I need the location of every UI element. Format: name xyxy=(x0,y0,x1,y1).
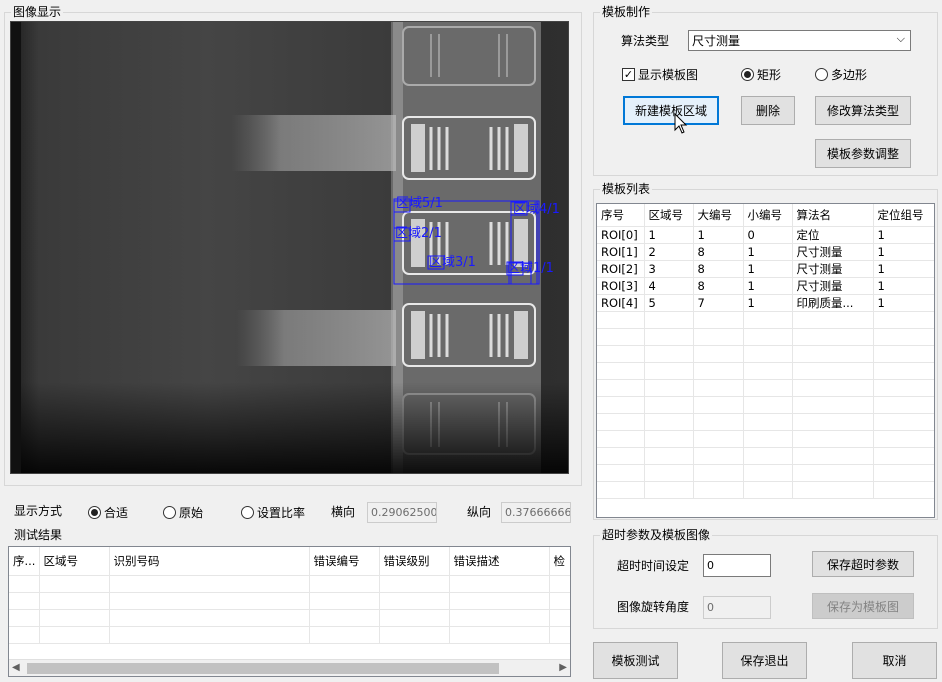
algo-type-select[interactable]: 尺寸测量 ⌵ xyxy=(688,30,911,51)
radio-set-ratio-dot[interactable] xyxy=(241,506,254,519)
col-index[interactable]: 序... xyxy=(9,547,40,576)
roi-label-4: 区域4/1 xyxy=(513,202,560,217)
table-row[interactable] xyxy=(597,430,934,448)
radio-set-ratio[interactable]: 设置比率 xyxy=(241,504,305,521)
radio-rectangle-label: 矩形 xyxy=(757,68,782,82)
results-table: 序... 区域号 识别号码 错误编号 错误级别 错误描述 检 xyxy=(9,547,570,644)
roi-label-5: 区域5/1 xyxy=(396,196,443,211)
radio-fit[interactable]: 合适 xyxy=(88,504,128,521)
roi-label-3: 区域3/1 xyxy=(429,255,476,270)
table-row[interactable] xyxy=(597,379,934,397)
table-row[interactable] xyxy=(9,609,570,627)
table-row[interactable]: ROI[3] 4 8 1 尺寸测量 1 xyxy=(597,277,934,295)
table-row[interactable] xyxy=(597,396,934,414)
horizontal-scrollbar[interactable]: ◀ ▶ xyxy=(9,659,570,676)
image-display-title: 图像显示 xyxy=(11,4,64,20)
table-row[interactable] xyxy=(597,413,934,431)
col-error-level[interactable]: 错误级别 xyxy=(379,547,450,576)
table-row[interactable] xyxy=(597,345,934,363)
delete-button[interactable]: 删除 xyxy=(741,96,795,125)
col-minor-no[interactable]: 小编号 xyxy=(743,204,793,227)
show-template-checkbox[interactable]: ✓ 显示模板图 xyxy=(622,66,698,83)
timeout-label: 超时时间设定 xyxy=(617,559,690,573)
results-header-row: 序... 区域号 识别号码 错误编号 错误级别 错误描述 检 xyxy=(9,547,570,576)
results-title: 测试结果 xyxy=(14,528,63,542)
col-check[interactable]: 检 xyxy=(549,547,570,576)
radio-set-ratio-label: 设置比率 xyxy=(257,506,306,520)
template-list-title: 模板列表 xyxy=(600,181,653,197)
timeout-input[interactable]: 0 xyxy=(703,554,771,577)
scrollbar-thumb[interactable] xyxy=(27,663,499,674)
col-algo-name[interactable]: 算法名 xyxy=(792,204,874,227)
horizontal-label: 横向 xyxy=(331,505,356,519)
radio-original-dot[interactable] xyxy=(163,506,176,519)
roi-label-2: 区域2/1 xyxy=(395,226,442,241)
table-row[interactable] xyxy=(597,311,934,329)
save-exit-button[interactable]: 保存退出 xyxy=(722,642,807,679)
table-row[interactable]: ROI[2] 3 8 1 尺寸测量 1 xyxy=(597,260,934,278)
template-test-button[interactable]: 模板测试 xyxy=(593,642,678,679)
table-row[interactable]: ROI[0] 1 1 0 定位 1 xyxy=(597,226,934,244)
modify-algo-button[interactable]: 修改算法类型 xyxy=(815,96,911,125)
save-timeout-button[interactable]: 保存超时参数 xyxy=(812,551,914,577)
table-row[interactable] xyxy=(9,626,570,644)
timeout-title: 超时参数及模板图像 xyxy=(600,527,713,543)
rotate-angle-input[interactable]: 0 xyxy=(703,596,771,619)
algo-type-label: 算法类型 xyxy=(621,34,670,48)
radio-polygon-label: 多边形 xyxy=(831,68,868,82)
param-adjust-button[interactable]: 模板参数调整 xyxy=(815,139,911,168)
template-list-table-container[interactable]: 序号 区域号 大编号 小编号 算法名 定位组号 ROI[0] 1 1 0 定位 1 ROI… xyxy=(596,203,935,518)
table-row[interactable] xyxy=(597,464,934,482)
radio-fit-label: 合适 xyxy=(104,506,129,520)
radio-polygon[interactable]: 多边形 xyxy=(815,66,867,83)
template-list-table: 序号 区域号 大编号 小编号 算法名 定位组号 ROI[0] 1 1 0 定位 1 ROI… xyxy=(597,204,934,499)
col-error-desc[interactable]: 错误描述 xyxy=(449,547,550,576)
scroll-left-icon[interactable]: ◀ xyxy=(12,662,20,673)
cancel-button[interactable]: 取消 xyxy=(852,642,937,679)
horizontal-ratio-field[interactable]: 0.290625005 xyxy=(367,502,437,523)
template-list-header-row: 序号 区域号 大编号 小编号 算法名 定位组号 xyxy=(597,204,934,227)
algo-type-value: 尺寸测量 xyxy=(692,34,741,48)
checkmark-icon[interactable]: ✓ xyxy=(622,68,635,81)
col-major-no[interactable]: 大编号 xyxy=(693,204,744,227)
chevron-down-icon[interactable]: ⌵ xyxy=(897,32,905,46)
table-row[interactable] xyxy=(597,481,934,499)
col-seq[interactable]: 序号 xyxy=(597,204,645,227)
radio-original-label: 原始 xyxy=(179,506,204,520)
radio-original[interactable]: 原始 xyxy=(163,504,203,521)
table-row[interactable] xyxy=(9,575,570,593)
save-template-image-button[interactable]: 保存为模板图 xyxy=(812,593,914,619)
results-table-container[interactable]: 序... 区域号 识别号码 错误编号 错误级别 错误描述 检 ◀ ▶ xyxy=(8,546,571,677)
display-mode-label: 显示方式 xyxy=(14,504,63,518)
col-locate-group[interactable]: 定位组号 xyxy=(873,204,934,227)
table-row[interactable] xyxy=(597,362,934,380)
scroll-right-icon[interactable]: ▶ xyxy=(559,662,567,673)
radio-fit-dot[interactable] xyxy=(88,506,101,519)
table-row[interactable]: ROI[4] 5 7 1 印刷质量... 1 xyxy=(597,294,934,312)
camera-image-view[interactable]: 区域5/1 区域4/1 区域2/1 区域3/1 区域1/1 xyxy=(10,21,569,474)
table-row[interactable] xyxy=(9,592,570,610)
table-row[interactable]: ROI[1] 2 8 1 尺寸测量 1 xyxy=(597,243,934,261)
roi-label-1: 区域1/1 xyxy=(507,261,554,276)
table-row[interactable] xyxy=(597,447,934,465)
template-make-title: 模板制作 xyxy=(600,4,653,20)
radio-rectangle[interactable]: 矩形 xyxy=(741,66,781,83)
rotate-angle-label: 图像旋转角度 xyxy=(617,600,690,614)
show-template-label: 显示模板图 xyxy=(638,68,699,82)
radio-polygon-dot[interactable] xyxy=(815,68,828,81)
radio-rectangle-dot[interactable] xyxy=(741,68,754,81)
roi-overlay xyxy=(393,198,540,285)
vertical-ratio-field[interactable]: 0.376666665 xyxy=(501,502,571,523)
col-error-code[interactable]: 错误编号 xyxy=(309,547,380,576)
col-region[interactable]: 区域号 xyxy=(39,547,110,576)
new-region-button[interactable]: 新建模板区域 xyxy=(623,96,719,125)
vertical-label: 纵向 xyxy=(467,505,492,519)
col-region-no[interactable]: 区域号 xyxy=(644,204,694,227)
col-id-code[interactable]: 识别号码 xyxy=(109,547,310,576)
mouse-cursor-icon xyxy=(674,113,688,134)
table-row[interactable] xyxy=(597,328,934,346)
